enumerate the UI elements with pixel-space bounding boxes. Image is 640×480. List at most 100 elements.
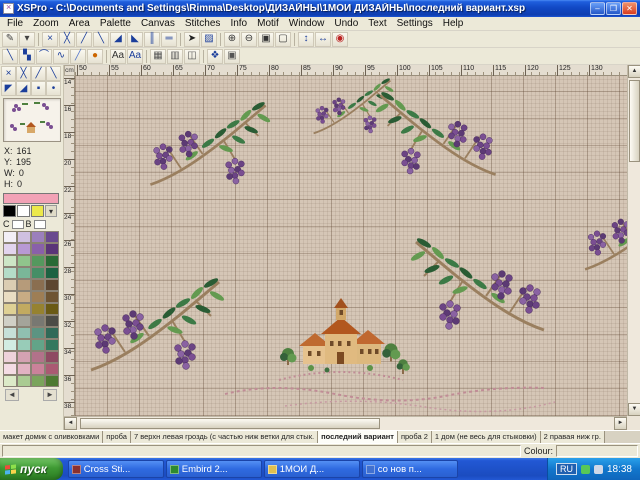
taskbar-button[interactable]: со нов п... bbox=[362, 460, 458, 478]
palette-swatch[interactable] bbox=[17, 267, 31, 279]
document-tab[interactable]: макет домик с оливковками bbox=[0, 431, 103, 443]
taskbar-button[interactable]: Embird 2... bbox=[166, 460, 262, 478]
c-checkbox[interactable] bbox=[12, 220, 24, 229]
text-style-tool[interactable]: Aa bbox=[127, 49, 143, 64]
horizontal-stitch-tool[interactable]: ═ bbox=[161, 32, 177, 47]
quick-swatch-dropdown[interactable]: ▾ bbox=[45, 205, 57, 217]
menu-motif[interactable]: Motif bbox=[252, 18, 284, 29]
palette-swatch[interactable] bbox=[3, 375, 17, 387]
palette-swatch[interactable] bbox=[45, 303, 59, 315]
palette-swatch[interactable] bbox=[3, 351, 17, 363]
palette-swatch[interactable] bbox=[17, 327, 31, 339]
copy-tool[interactable]: ▣ bbox=[224, 49, 240, 64]
quarter-stitch-tool[interactable]: ◢ bbox=[110, 32, 126, 47]
half-stitch-tool[interactable]: ╱ bbox=[76, 32, 92, 47]
menu-stitches[interactable]: Stitches bbox=[180, 18, 226, 29]
pan-horizontal-tool[interactable]: ↔ bbox=[315, 32, 331, 47]
palette-swatch[interactable] bbox=[31, 375, 45, 387]
full-stitch[interactable]: × bbox=[1, 66, 16, 81]
palette-swatch[interactable] bbox=[3, 339, 17, 351]
select-arrow-tool[interactable]: ➤ bbox=[184, 32, 200, 47]
menu-canvas[interactable]: Canvas bbox=[136, 18, 180, 29]
palette-swatch[interactable] bbox=[31, 291, 45, 303]
palette-swatch[interactable] bbox=[31, 315, 45, 327]
palette-swatch[interactable] bbox=[3, 363, 17, 375]
palette-swatch[interactable] bbox=[3, 231, 17, 243]
palette-swatch[interactable] bbox=[31, 327, 45, 339]
tray-icon-antivirus[interactable] bbox=[581, 465, 590, 474]
menu-file[interactable]: File bbox=[2, 18, 28, 29]
palette-swatch[interactable] bbox=[31, 255, 45, 267]
scroll-down-button[interactable]: ▼ bbox=[628, 403, 640, 416]
half-back-stitch[interactable]: ╲ bbox=[46, 66, 61, 81]
quick-swatch-0[interactable] bbox=[3, 205, 16, 217]
palette-swatch[interactable] bbox=[31, 351, 45, 363]
palette-swatch[interactable] bbox=[3, 279, 17, 291]
back-half-stitch-tool[interactable]: ╲ bbox=[93, 32, 109, 47]
palette-swatch[interactable] bbox=[45, 291, 59, 303]
vertical-scrollbar[interactable]: ▲ ▼ bbox=[627, 65, 640, 416]
palette-swatch[interactable] bbox=[45, 243, 59, 255]
pan-vertical-tool[interactable]: ↕ bbox=[298, 32, 314, 47]
zoom-out-tool[interactable]: ⊖ bbox=[241, 32, 257, 47]
quarter-br-stitch[interactable]: ◢ bbox=[16, 81, 31, 96]
horizontal-scrollbar[interactable]: ◄ ► bbox=[64, 416, 627, 430]
pattern-preview[interactable] bbox=[3, 98, 61, 142]
tray-icon-volume[interactable] bbox=[594, 465, 603, 474]
document-tab[interactable]: последний вариант bbox=[318, 431, 398, 443]
french-knot[interactable]: • bbox=[46, 81, 61, 96]
close-button[interactable]: ✕ bbox=[622, 2, 637, 15]
palette-swatch[interactable] bbox=[17, 363, 31, 375]
palette-swatch[interactable] bbox=[3, 291, 17, 303]
palette-swatch[interactable] bbox=[17, 339, 31, 351]
document-tab[interactable]: проба 2 bbox=[398, 431, 432, 443]
vertical-stitch-tool[interactable]: ║ bbox=[144, 32, 160, 47]
pencil-tool[interactable]: ✎ bbox=[2, 32, 18, 47]
backstitch-line-tool[interactable]: ╲ bbox=[2, 49, 18, 64]
quick-swatch-1[interactable] bbox=[17, 205, 30, 217]
ruler-toggle[interactable]: ▥ bbox=[167, 49, 183, 64]
menu-help[interactable]: Help bbox=[438, 18, 469, 29]
zoom-area-tool[interactable]: ▢ bbox=[275, 32, 291, 47]
zoom-fit-tool[interactable]: ▣ bbox=[258, 32, 274, 47]
text-tool[interactable]: Aa bbox=[110, 49, 126, 64]
palette-swatch[interactable] bbox=[17, 303, 31, 315]
palette-swatch[interactable] bbox=[31, 339, 45, 351]
palette-swatch[interactable] bbox=[17, 231, 31, 243]
palette-swatch[interactable] bbox=[3, 315, 17, 327]
palette-next-button[interactable]: ► bbox=[43, 389, 57, 401]
scroll-right-button[interactable]: ► bbox=[614, 417, 627, 430]
zoom-in-tool[interactable]: ⊕ bbox=[224, 32, 240, 47]
palette-swatch[interactable] bbox=[17, 351, 31, 363]
document-tab[interactable]: 2 правая ниж гр. bbox=[541, 431, 605, 443]
backstitch-poly-tool[interactable]: ▚ bbox=[19, 49, 35, 64]
three-quarter-stitch-tool[interactable]: ◣ bbox=[127, 32, 143, 47]
motif-tool[interactable]: ❖ bbox=[207, 49, 223, 64]
title-bar[interactable]: XSPro - C:\Documents and Settings\Rimma\… bbox=[0, 0, 640, 17]
palette-swatch[interactable] bbox=[17, 375, 31, 387]
menu-window[interactable]: Window bbox=[284, 18, 330, 29]
palette-swatch[interactable] bbox=[3, 255, 17, 267]
design-canvas[interactable] bbox=[75, 76, 627, 416]
document-tab[interactable]: проба bbox=[103, 431, 131, 443]
fill-tool[interactable]: ▨ bbox=[201, 32, 217, 47]
palette-swatch[interactable] bbox=[17, 291, 31, 303]
grid-toggle[interactable]: ▦ bbox=[150, 49, 166, 64]
palette-swatch[interactable] bbox=[45, 339, 59, 351]
color-picker-tool[interactable]: ◉ bbox=[332, 32, 348, 47]
full-cross-stitch-tool[interactable]: × bbox=[42, 32, 58, 47]
palette-swatch[interactable] bbox=[17, 243, 31, 255]
palette-swatch[interactable] bbox=[45, 279, 59, 291]
current-color-swatch[interactable] bbox=[3, 193, 59, 204]
palette-swatch[interactable] bbox=[45, 255, 59, 267]
palette-swatch[interactable] bbox=[3, 243, 17, 255]
start-button[interactable]: пуск bbox=[0, 458, 63, 480]
scroll-up-button[interactable]: ▲ bbox=[628, 65, 640, 78]
menu-text[interactable]: Text bbox=[363, 18, 391, 29]
palette-swatch[interactable] bbox=[45, 231, 59, 243]
palette-swatch[interactable] bbox=[45, 315, 59, 327]
taskbar-button[interactable]: 1МОИ Д... bbox=[264, 460, 360, 478]
palette-swatch[interactable] bbox=[45, 351, 59, 363]
document-tab[interactable]: 1 дом (не весь для стыковки) bbox=[432, 431, 541, 443]
horizontal-scroll-thumb[interactable] bbox=[80, 418, 380, 429]
